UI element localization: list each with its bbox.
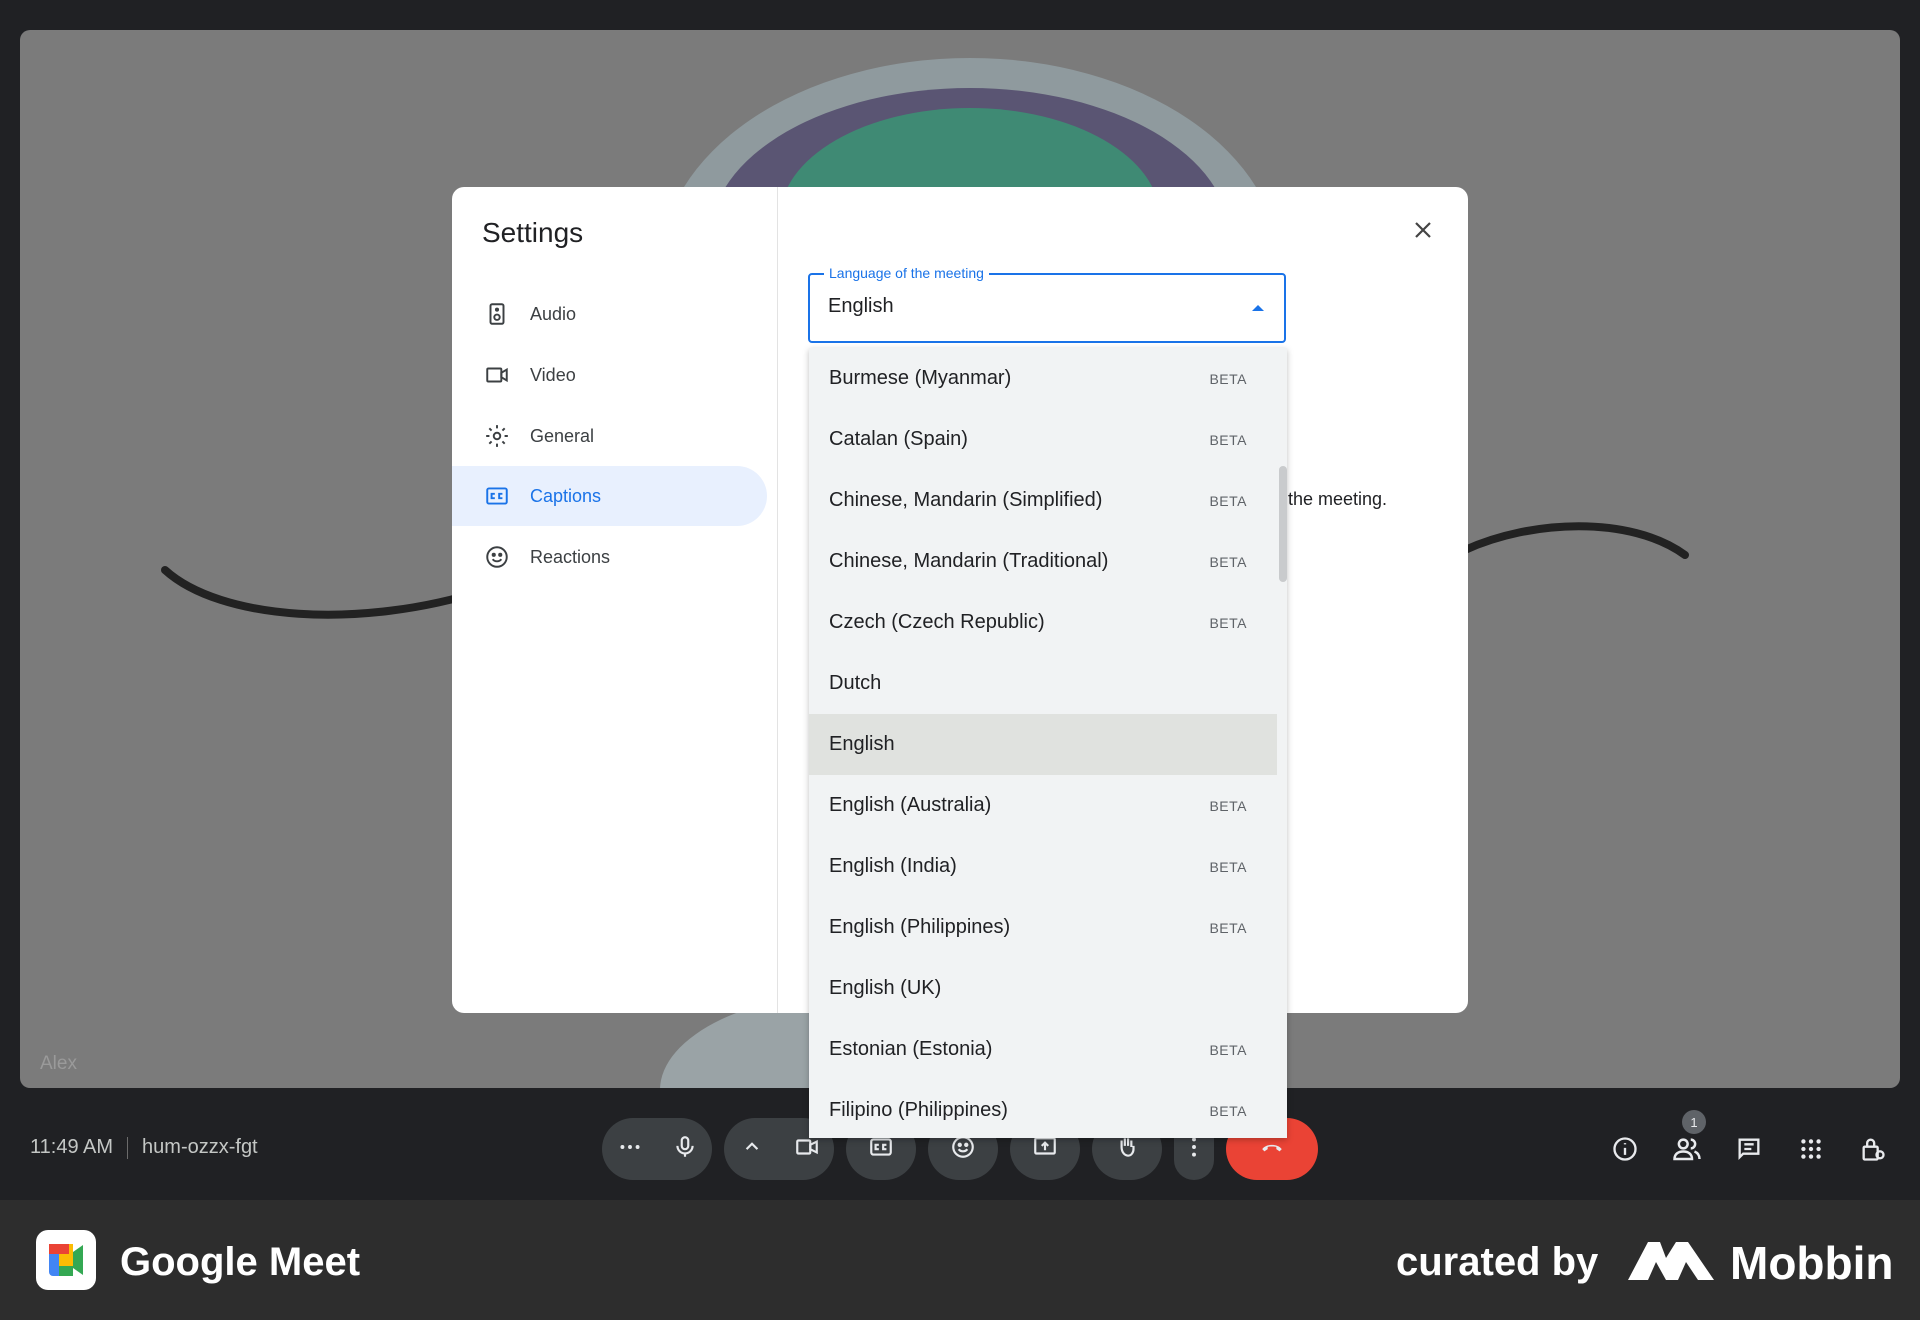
beta-badge: BETA (1209, 370, 1247, 387)
microphone-icon[interactable] (672, 1134, 698, 1165)
meeting-info: 11:49 AM hum-ozzx-fgt (30, 1136, 258, 1159)
gear-icon (486, 425, 508, 447)
participants-count-badge: 1 (1682, 1110, 1706, 1134)
language-select[interactable]: Language of the meeting English (808, 265, 1286, 343)
language-option[interactable]: English (Philippines) BETA (809, 897, 1277, 958)
smiley-icon (486, 546, 508, 568)
present-screen-icon (1032, 1134, 1058, 1165)
mobbin-logo-icon (1628, 1242, 1714, 1280)
more-vertical-icon (1181, 1134, 1207, 1165)
option-label: English (829, 733, 895, 755)
smiley-icon (950, 1134, 976, 1165)
option-label: English (Philippines) (829, 916, 1011, 938)
option-label: English (Australia) (829, 794, 992, 816)
option-label: Chinese, Mandarin (Traditional) (829, 550, 1109, 572)
language-option[interactable]: Czech (Czech Republic) BETA (809, 592, 1277, 653)
beta-badge: BETA (1209, 553, 1247, 570)
raise-hand-icon (1114, 1134, 1140, 1165)
option-label: Chinese, Mandarin (Simplified) (829, 489, 1103, 511)
beta-badge: BETA (1209, 858, 1247, 875)
language-option[interactable]: English (UK) (809, 958, 1277, 1019)
more-audio-options-icon[interactable] (617, 1134, 643, 1165)
call-side-actions: 1 (1608, 1110, 1890, 1166)
caret-up-icon (1252, 305, 1264, 311)
participant-name: Alex (40, 1053, 77, 1074)
apps-grid-icon (1801, 1139, 1821, 1159)
beta-badge: BETA (1209, 1041, 1247, 1058)
option-label: Dutch (829, 672, 882, 694)
brand-name: Mobbin (1730, 1237, 1894, 1289)
sidebar-item-label: Audio (530, 303, 577, 324)
sidebar-item-video[interactable]: Video (452, 345, 767, 405)
language-option[interactable]: Chinese, Mandarin (Simplified) BETA (809, 470, 1277, 531)
beta-badge: BETA (1209, 1102, 1247, 1119)
close-icon (1415, 222, 1431, 238)
curated-by-label: curated by (1396, 1240, 1599, 1284)
sidebar-item-audio[interactable]: Audio (452, 284, 767, 344)
lock-person-icon (1862, 1138, 1885, 1161)
sidebar-item-captions[interactable]: Captions (452, 466, 767, 526)
language-select-value: English (828, 295, 894, 317)
language-option[interactable]: English (India) BETA (809, 836, 1277, 897)
dialog-title: Settings (482, 217, 584, 248)
beta-badge: BETA (1209, 919, 1247, 936)
option-label: English (India) (829, 855, 957, 877)
audio-controls-group (602, 1118, 712, 1180)
chat-icon (1738, 1138, 1760, 1160)
sidebar-item-label: General (530, 425, 595, 446)
language-option[interactable]: Burmese (Myanmar) BETA (809, 348, 1277, 409)
language-option[interactable]: Estonian (Estonia) BETA (809, 1019, 1277, 1080)
language-option[interactable]: Catalan (Spain) BETA (809, 409, 1277, 470)
option-label: Filipino (Philippines) (829, 1099, 1008, 1121)
option-label: Estonian (Estonia) (829, 1038, 993, 1060)
beta-badge: BETA (1209, 614, 1247, 631)
option-label: Burmese (Myanmar) (829, 367, 1012, 389)
sidebar-item-label: Video (530, 364, 576, 385)
people-button[interactable]: 1 (1670, 1110, 1706, 1166)
google-meet-logo-icon (36, 1230, 96, 1290)
language-option-selected[interactable]: English (809, 714, 1277, 775)
beta-badge: BETA (1209, 797, 1247, 814)
meeting-time: 11:49 AM (30, 1136, 114, 1158)
close-button[interactable] (1408, 215, 1438, 245)
captions-icon (486, 487, 508, 505)
sidebar-item-label: Reactions (530, 546, 611, 567)
activities-button[interactable] (1794, 1132, 1828, 1166)
hang-up-icon (1259, 1134, 1285, 1165)
option-label: Czech (Czech Republic) (829, 611, 1045, 633)
settings-sidebar: Settings Audio Video General Captions Re… (452, 187, 778, 1013)
meeting-code: hum-ozzx-fgt (142, 1136, 258, 1158)
app-name: Google Meet (120, 1240, 361, 1284)
beta-badge: BETA (1209, 492, 1247, 509)
camera-icon[interactable] (794, 1134, 820, 1165)
chat-button[interactable] (1732, 1132, 1766, 1166)
people-icon (1673, 1138, 1701, 1161)
info-icon (1613, 1137, 1637, 1161)
captions-description-text: the meeting. (1288, 489, 1388, 509)
language-option[interactable]: English (Australia) BETA (809, 775, 1277, 836)
option-label: English (UK) (829, 977, 942, 999)
captions-icon (868, 1134, 894, 1165)
language-option[interactable]: Chinese, Mandarin (Traditional) BETA (809, 531, 1277, 592)
sidebar-item-reactions[interactable]: Reactions (452, 527, 767, 587)
speaker-icon (489, 303, 505, 325)
beta-badge: BETA (1209, 431, 1247, 448)
language-option[interactable]: Filipino (Philippines) BETA (809, 1080, 1277, 1138)
meeting-details-button[interactable] (1608, 1132, 1642, 1166)
language-options-list[interactable]: Burmese (Myanmar) BETA Catalan (Spain) BET… (809, 348, 1287, 1138)
sidebar-item-label: Captions (530, 485, 602, 506)
dropdown-scrollbar[interactable] (1279, 466, 1287, 582)
video-camera-icon (486, 367, 508, 383)
decorative-curve-right (1461, 522, 1689, 559)
meeting-info-divider (127, 1136, 129, 1159)
host-controls-button[interactable] (1856, 1132, 1890, 1166)
sidebar-item-general[interactable]: General (452, 406, 767, 466)
language-option[interactable]: Dutch (809, 653, 1277, 714)
chevron-up-icon[interactable] (739, 1134, 765, 1165)
language-select-label: Language of the meeting (824, 265, 989, 281)
decorative-curve-left (161, 566, 489, 619)
option-label: Catalan (Spain) (829, 428, 968, 450)
